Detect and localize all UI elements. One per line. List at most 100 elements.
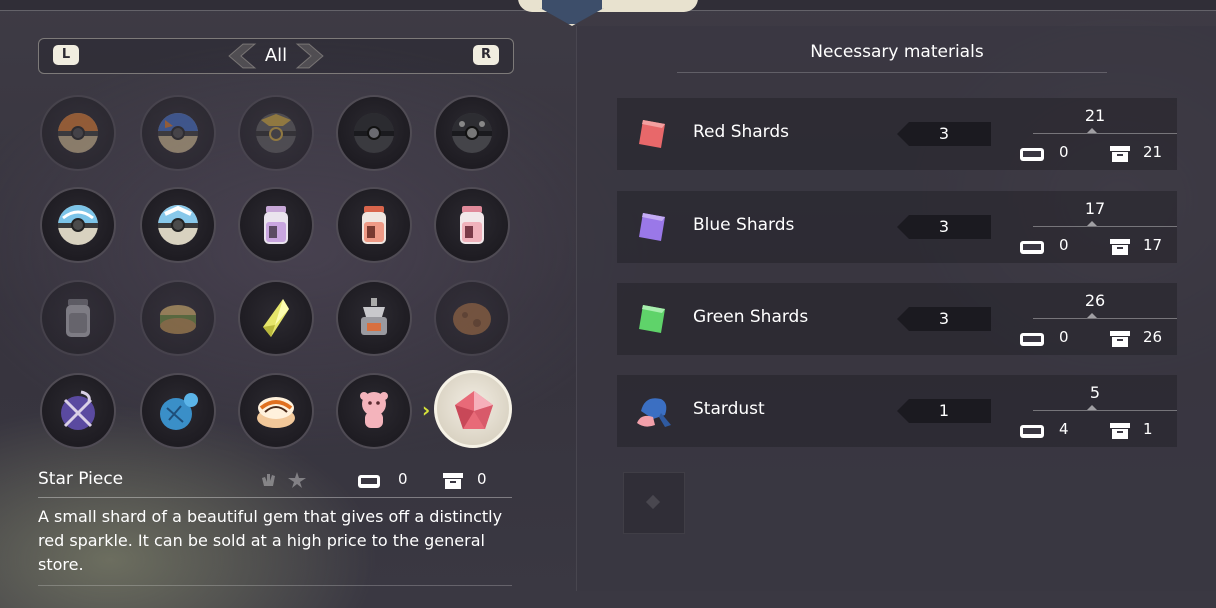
pokeball-dark-icon bbox=[452, 113, 492, 153]
r-button[interactable]: R bbox=[473, 45, 499, 65]
stardust-icon bbox=[637, 398, 671, 427]
item-slot[interactable] bbox=[238, 187, 314, 263]
red-shard-icon bbox=[639, 120, 665, 148]
material-row-red-shards: Red Shards 3 21 0 21 bbox=[617, 98, 1177, 170]
item-slot[interactable] bbox=[238, 373, 314, 449]
item-slot[interactable] bbox=[40, 373, 116, 449]
gem-crystal-icon bbox=[263, 299, 289, 337]
materials-header: Necessary materials bbox=[810, 42, 984, 62]
item-slot[interactable] bbox=[140, 373, 216, 449]
pokeball-black-icon bbox=[354, 113, 394, 153]
owned-total: 5 bbox=[1089, 383, 1101, 402]
category-label: All bbox=[264, 45, 288, 66]
purple-bundle-icon bbox=[61, 390, 95, 430]
empty-slot-icon bbox=[645, 494, 661, 510]
selection-cursor-icon: › bbox=[422, 398, 431, 422]
material-row-stardust: Stardust 1 5 4 1 bbox=[617, 375, 1177, 447]
satchel-icon bbox=[1020, 425, 1044, 438]
item-slot[interactable] bbox=[434, 95, 510, 171]
required-quantity: 3 bbox=[938, 309, 950, 328]
owned-total: 17 bbox=[1084, 199, 1106, 218]
hand-icon bbox=[262, 474, 275, 486]
pot-icon bbox=[361, 298, 387, 335]
box-count: 17 bbox=[1143, 236, 1163, 254]
item-slot[interactable] bbox=[336, 187, 412, 263]
pokeball-blue-icon bbox=[158, 113, 198, 153]
item-slot[interactable] bbox=[336, 95, 412, 171]
owned-total: 26 bbox=[1084, 291, 1106, 310]
storage-box-icon bbox=[1110, 146, 1130, 162]
bag-count: 0 bbox=[1059, 236, 1069, 254]
cake-icon bbox=[160, 305, 196, 334]
divider bbox=[1033, 133, 1177, 134]
required-quantity: 3 bbox=[938, 124, 950, 143]
storage-box-icon bbox=[443, 473, 463, 489]
item-slot-selected[interactable] bbox=[434, 370, 512, 448]
satchel-icon bbox=[1020, 333, 1044, 346]
feather-ball-icon bbox=[58, 205, 98, 245]
material-row-green-shards: Green Shards 3 26 0 26 bbox=[617, 283, 1177, 355]
caret-up-icon bbox=[1087, 313, 1097, 318]
item-slot[interactable] bbox=[140, 95, 216, 171]
empty-material-slot bbox=[623, 472, 685, 534]
pokeball-gold-icon bbox=[256, 113, 296, 153]
required-quantity: 1 bbox=[938, 401, 950, 420]
item-slot[interactable] bbox=[40, 187, 116, 263]
item-slot[interactable] bbox=[434, 187, 510, 263]
box-count: 0 bbox=[477, 470, 487, 488]
item-slot[interactable] bbox=[238, 280, 314, 356]
item-grid bbox=[40, 95, 520, 455]
item-slot[interactable] bbox=[140, 280, 216, 356]
red-jar-icon bbox=[362, 206, 386, 244]
owned-total: 21 bbox=[1084, 106, 1106, 125]
satchel-icon bbox=[1020, 241, 1044, 254]
satchel-icon bbox=[1020, 148, 1044, 161]
material-name: Green Shards bbox=[693, 307, 809, 327]
required-quantity: 3 bbox=[938, 217, 950, 236]
item-description: A small shard of a beautiful gem that gi… bbox=[38, 507, 503, 574]
bag-count: 0 bbox=[1059, 328, 1069, 346]
blue-bundle-icon bbox=[160, 393, 198, 430]
box-count: 21 bbox=[1143, 143, 1163, 161]
selected-item-name: Star Piece bbox=[38, 469, 124, 489]
item-slot[interactable] bbox=[434, 280, 510, 356]
item-slot[interactable] bbox=[238, 95, 314, 171]
bag-count: 4 bbox=[1059, 420, 1069, 438]
purple-jar-icon bbox=[264, 206, 288, 244]
storage-box-icon bbox=[1110, 423, 1130, 439]
box-count: 26 bbox=[1143, 328, 1163, 346]
caret-up-icon bbox=[1087, 128, 1097, 133]
item-slot[interactable] bbox=[40, 95, 116, 171]
bun-icon bbox=[257, 397, 295, 428]
storage-box-icon bbox=[1110, 331, 1130, 347]
ball-of-mud-icon bbox=[453, 303, 491, 335]
box-count: 1 bbox=[1143, 420, 1153, 438]
blue-shard-icon bbox=[639, 213, 665, 241]
gray-jar-icon bbox=[66, 299, 90, 337]
divider bbox=[1033, 226, 1177, 227]
caret-up-icon bbox=[1087, 221, 1097, 226]
caret-up-icon bbox=[1087, 405, 1097, 410]
clefairy-doll-icon bbox=[360, 392, 388, 428]
divider bbox=[38, 585, 512, 586]
bag-count: 0 bbox=[398, 470, 408, 488]
divider bbox=[38, 497, 512, 498]
green-shard-icon bbox=[639, 305, 665, 333]
star-icon bbox=[288, 472, 306, 488]
divider bbox=[1033, 318, 1177, 319]
bag-count: 0 bbox=[1059, 143, 1069, 161]
item-slot[interactable] bbox=[336, 373, 412, 449]
item-slot[interactable] bbox=[336, 280, 412, 356]
material-name: Red Shards bbox=[693, 122, 790, 142]
divider bbox=[677, 72, 1107, 73]
star-piece-icon bbox=[455, 391, 493, 429]
material-name: Blue Shards bbox=[693, 215, 795, 235]
storage-box-icon bbox=[1110, 239, 1130, 255]
category-filter-bar[interactable]: L All R bbox=[38, 38, 514, 74]
satchel-icon bbox=[358, 475, 380, 488]
material-name: Stardust bbox=[693, 399, 765, 419]
materials-panel: Necessary materials Red Shards 3 21 0 21… bbox=[576, 26, 1216, 591]
item-slot[interactable] bbox=[140, 187, 216, 263]
material-row-blue-shards: Blue Shards 3 17 0 17 bbox=[617, 191, 1177, 263]
item-slot[interactable] bbox=[40, 280, 116, 356]
